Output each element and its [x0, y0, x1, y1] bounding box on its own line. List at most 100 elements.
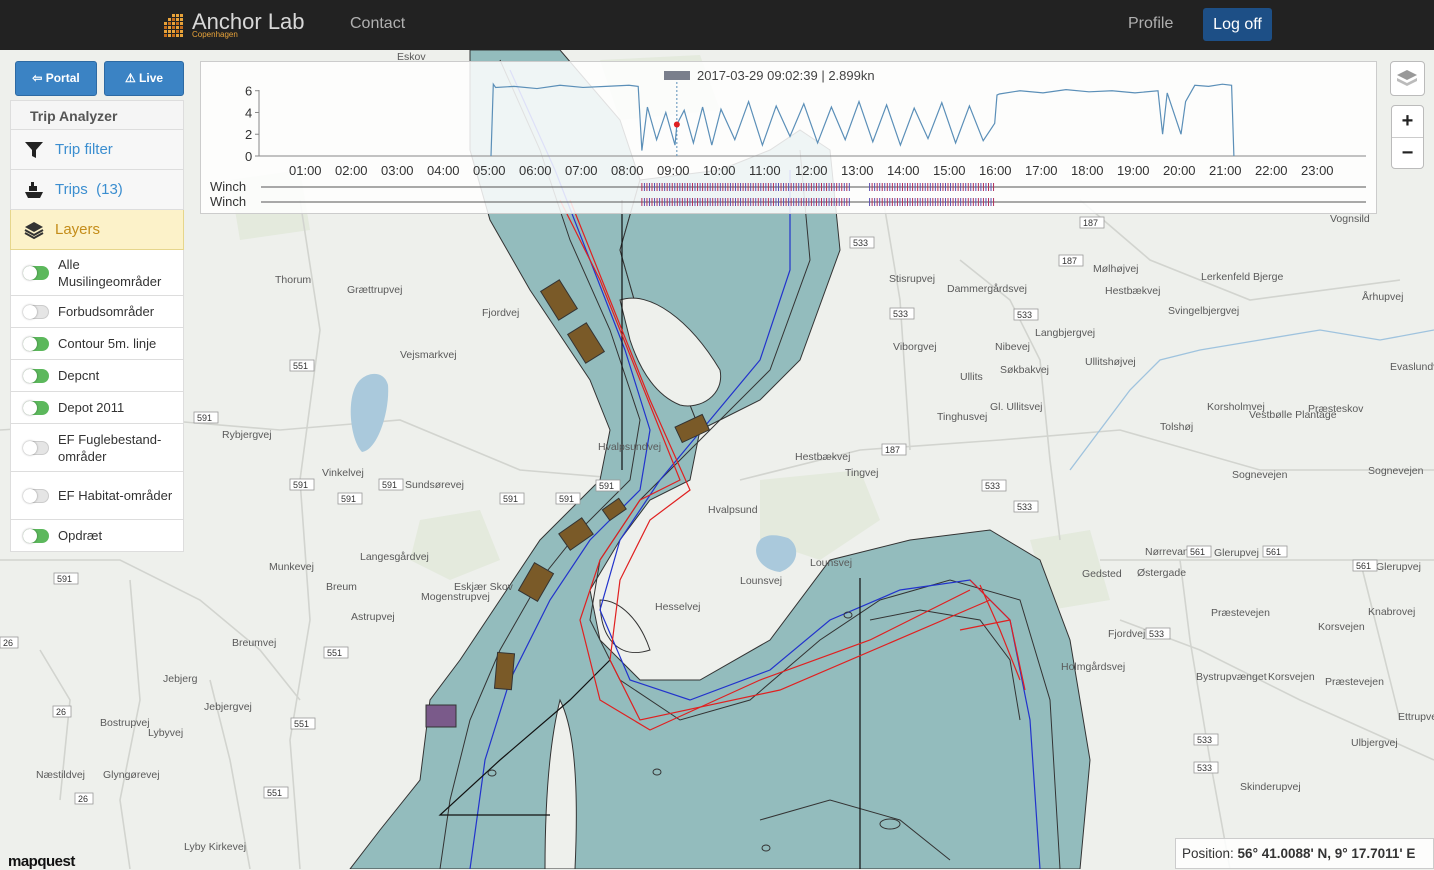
map-label: Ulbjergvej: [1351, 737, 1398, 749]
trip-filter-row[interactable]: Trip filter: [10, 130, 184, 170]
winch-label: Winch: [210, 179, 246, 194]
x-tick-label: 09:00: [657, 163, 690, 178]
route-shield-label: 591: [57, 574, 72, 584]
x-tick-label: 11:00: [749, 163, 781, 178]
map-label: Breum: [326, 581, 357, 593]
map-label: Knabrovej: [1368, 606, 1415, 618]
layer-toggle[interactable]: [23, 304, 49, 319]
legend-swatch: [664, 71, 690, 80]
map-label: Glyngørevej: [103, 769, 160, 781]
map-label: Astrupvej: [351, 611, 395, 623]
time-cursor-marker: [673, 121, 680, 128]
chart-legend: 2017-03-29 09:02:39 | 2.899kn: [697, 68, 875, 83]
x-tick-label: 18:00: [1071, 163, 1104, 178]
brand-logo-icon: [164, 14, 183, 37]
map-label: Svingelbjergvej: [1168, 305, 1239, 317]
layer-toggle[interactable]: [23, 368, 49, 383]
map-label: Langbjergvej: [1035, 327, 1095, 339]
layer-label: Forbudsområder: [58, 304, 155, 319]
layers-row[interactable]: Layers: [10, 210, 184, 250]
route-shield-label: 187: [1083, 218, 1098, 228]
layer-label: Opdræt: [58, 528, 103, 543]
layer-switcher-button[interactable]: [1390, 61, 1425, 96]
route-shield-label: 561: [1190, 547, 1205, 557]
map-label: Korsholmvej: [1207, 401, 1265, 413]
nav-contact-link[interactable]: Contact: [350, 15, 405, 33]
speed-chart[interactable]: 2017-03-29 09:02:39 | 2.899kn 6 4 2 0 01:00 0…: [200, 61, 1377, 214]
route-shield-label: 26: [3, 638, 13, 648]
route-shield-label: 533: [893, 309, 908, 319]
ship-icon: [25, 181, 43, 198]
route-shield: 551: [289, 359, 315, 372]
route-shield-label: 187: [885, 445, 900, 455]
layer-item[interactable]: Alle Musilingeområder: [10, 250, 184, 296]
layer-item[interactable]: Contour 5m. linje: [10, 328, 184, 360]
route-shield-label: 533: [1149, 629, 1164, 639]
map-label: Tingvej: [845, 467, 878, 479]
y-tick-label: 2: [245, 127, 252, 142]
layer-toggle[interactable]: [23, 440, 49, 455]
layer-toggle[interactable]: [23, 400, 49, 415]
brand-subtitle: Copenhagen: [192, 30, 238, 39]
map-label: Glerupvej: [1376, 561, 1421, 573]
zoom-out-button[interactable]: −: [1392, 138, 1423, 169]
route-shield: 533: [1193, 733, 1219, 746]
top-navbar: Anchor Lab Copenhagen Contact Profile Lo…: [0, 0, 1434, 50]
portal-button[interactable]: ⇦ Portal: [15, 61, 97, 96]
x-tick-label: 05:00: [473, 163, 506, 178]
route-shield-label: 533: [853, 238, 868, 248]
map-label: Holmgårdsvej: [1061, 661, 1125, 673]
route-shield: 591: [193, 411, 219, 424]
zoom-in-button[interactable]: +: [1392, 106, 1423, 138]
map-label: Præstevejen: [1211, 607, 1270, 619]
route-shield: 561: [1186, 545, 1212, 558]
map-label: Jebjergvej: [204, 701, 252, 713]
route-shield: 591: [289, 478, 315, 491]
route-shield-label: 561: [1356, 561, 1371, 571]
route-shield: 561: [1262, 545, 1288, 558]
winch-label: Winch: [210, 194, 246, 209]
brand[interactable]: Anchor Lab Copenhagen: [162, 10, 305, 40]
y-tick-label: 0: [245, 149, 252, 164]
y-tick-label: 6: [245, 84, 252, 99]
speed-series-line: [490, 82, 1235, 157]
nav-profile-link[interactable]: Profile: [1128, 15, 1173, 33]
map-label: Århupvej: [1362, 290, 1403, 303]
x-tick-label: 22:00: [1255, 163, 1288, 178]
layer-item[interactable]: Forbudsområder: [10, 296, 184, 328]
position-value: 56° 41.0088' N, 9° 17.7011' E: [1237, 846, 1416, 861]
route-shield-label: 551: [293, 361, 308, 371]
route-shield: 561: [1352, 559, 1378, 572]
layer-toggle[interactable]: [23, 488, 49, 503]
route-shield: 591: [555, 492, 581, 505]
map-label: Stisrupvej: [889, 273, 935, 285]
layer-item[interactable]: Opdræt: [10, 520, 184, 552]
layer-toggle[interactable]: [23, 336, 49, 351]
x-tick-label: 04:00: [427, 163, 460, 178]
route-shield: 551: [290, 717, 316, 730]
map-label: Dammergårdsvej: [947, 283, 1027, 295]
map-label: Fjordvej: [1108, 628, 1145, 640]
live-button[interactable]: ⚠ Live: [104, 61, 184, 96]
route-shield: 187: [1058, 254, 1084, 267]
route-shield: 26: [52, 705, 72, 718]
route-shield: 533: [981, 479, 1007, 492]
layer-toggle[interactable]: [23, 528, 49, 543]
layer-item[interactable]: Depot 2011: [10, 392, 184, 424]
layer-item[interactable]: EF Fuglebestand-områder: [10, 424, 184, 472]
route-shield-label: 561: [1266, 547, 1281, 557]
route-shield-label: 533: [1017, 502, 1032, 512]
map-label: Hesselvej: [655, 601, 701, 613]
route-shield-label: 26: [78, 794, 88, 804]
layer-toggle[interactable]: [23, 265, 49, 280]
route-shield: 26: [0, 636, 19, 649]
layer-item[interactable]: EF Habitat-områder: [10, 472, 184, 520]
layer-item[interactable]: Depcnt: [10, 360, 184, 392]
layer-label: Depcnt: [58, 368, 100, 383]
portal-icon: ⇦: [32, 71, 46, 85]
map-label: Jebjerg: [163, 673, 198, 685]
map-label: Thorum: [275, 274, 311, 286]
map-label: Grættrupvej: [347, 284, 402, 296]
logoff-button[interactable]: Log off: [1203, 8, 1272, 41]
trips-row[interactable]: Trips (13): [10, 170, 184, 210]
